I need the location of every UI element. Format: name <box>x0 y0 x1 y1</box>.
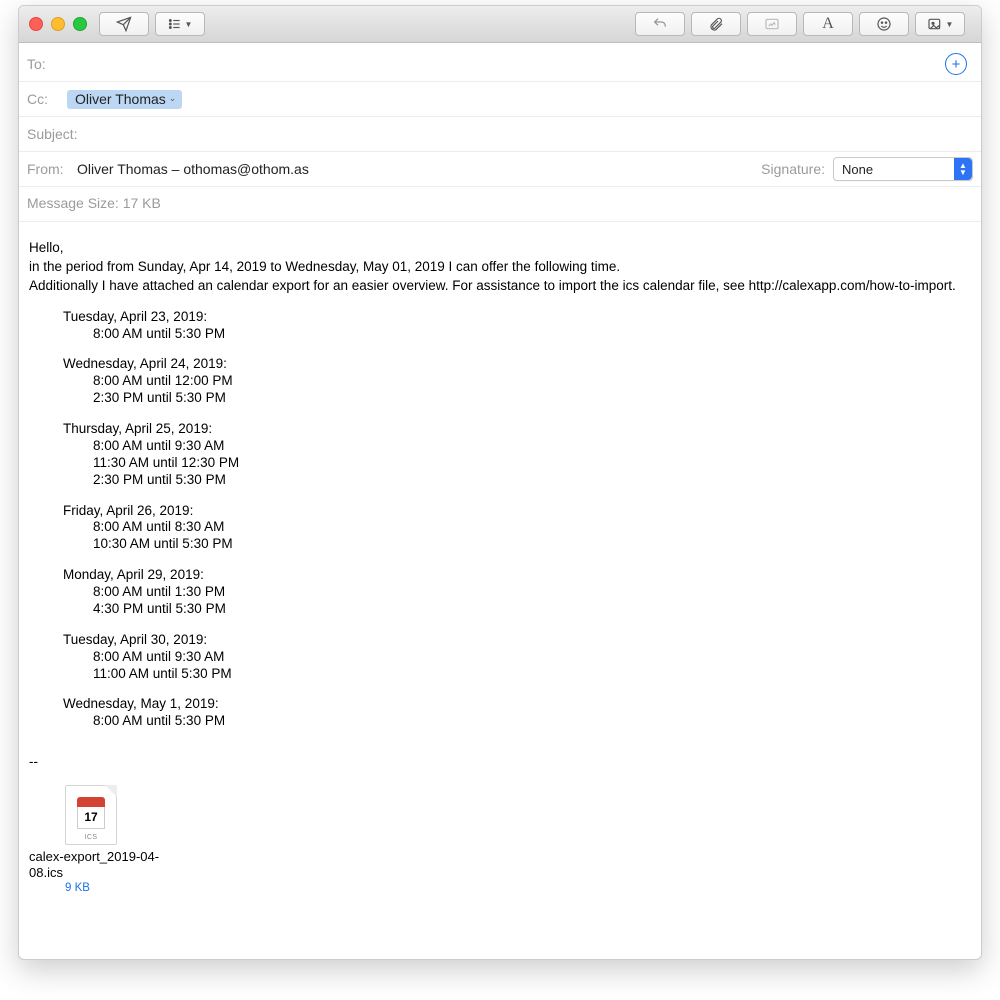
schedule-slot: 2:30 PM until 5:30 PM <box>93 390 971 407</box>
markup-icon <box>764 16 780 32</box>
window-titlebar: ▼ A ▼ <box>19 6 981 43</box>
subject-row: Subject: <box>19 117 981 152</box>
schedule-day-title: Wednesday, April 24, 2019: <box>63 356 971 373</box>
schedule-slot: 11:00 AM until 5:30 PM <box>93 666 971 683</box>
schedule-day-title: Wednesday, May 1, 2019: <box>63 696 971 713</box>
close-window-button[interactable] <box>29 17 43 31</box>
schedule-slot: 4:30 PM until 5:30 PM <box>93 601 971 618</box>
schedule-day: Wednesday, May 1, 2019:8:00 AM until 5:3… <box>63 696 971 730</box>
schedule-slot: 8:00 AM until 12:00 PM <box>93 373 971 390</box>
body-line-1: in the period from Sunday, Apr 14, 2019 … <box>29 259 971 276</box>
chevron-down-icon: ▼ <box>185 20 193 29</box>
chevron-down-icon: ⌄ <box>169 93 177 104</box>
message-size-row: Message Size: 17 KB <box>19 187 981 222</box>
message-size-text: Message Size: 17 KB <box>27 195 161 211</box>
to-label: To: <box>27 56 67 72</box>
smiley-icon <box>876 16 892 32</box>
schedule-day-title: Friday, April 26, 2019: <box>63 503 971 520</box>
schedule-day-title: Monday, April 29, 2019: <box>63 567 971 584</box>
from-label: From: <box>27 161 77 177</box>
calendar-day-number: 17 <box>84 810 97 825</box>
calendar-file-icon: 17 ICS <box>65 785 117 845</box>
cc-label: Cc: <box>27 91 67 107</box>
signature-select[interactable]: None ▲▼ <box>833 157 973 181</box>
image-icon <box>927 16 943 32</box>
attach-button[interactable] <box>691 12 741 36</box>
greeting-line: Hello, <box>29 240 971 257</box>
schedule-day: Tuesday, April 23, 2019:8:00 AM until 5:… <box>63 309 971 343</box>
schedule-day: Friday, April 26, 2019:8:00 AM until 8:3… <box>63 503 971 554</box>
select-stepper-icon: ▲▼ <box>954 158 972 180</box>
to-input[interactable] <box>67 55 945 73</box>
from-value[interactable]: Oliver Thomas – othomas@othom.as <box>77 161 309 177</box>
plus-icon: + <box>952 57 961 72</box>
schedule-slot: 2:30 PM until 5:30 PM <box>93 472 971 489</box>
reply-arrow-icon <box>652 16 668 32</box>
schedule-slot: 11:30 AM until 12:30 PM <box>93 455 971 472</box>
attachment-filename: calex-export_2019-04-08.ics <box>29 849 189 880</box>
mail-compose-window: ▼ A ▼ To: + C <box>18 5 982 960</box>
header-fields: To: + Cc: Oliver Thomas ⌄ Subject: From:… <box>19 43 981 222</box>
attachment-item[interactable]: 17 ICS calex-export_2019-04-08.ics 9 KB <box>29 785 189 896</box>
chevron-down-icon: ▼ <box>946 20 954 29</box>
cc-row: Cc: Oliver Thomas ⌄ <box>19 82 981 117</box>
availability-schedule: Tuesday, April 23, 2019:8:00 AM until 5:… <box>29 309 971 731</box>
traffic-lights <box>29 17 87 31</box>
schedule-day-title: Tuesday, April 30, 2019: <box>63 632 971 649</box>
list-icon <box>168 17 182 31</box>
subject-input[interactable] <box>97 125 973 143</box>
schedule-slot: 8:00 AM until 1:30 PM <box>93 584 971 601</box>
schedule-slot: 8:00 AM until 9:30 AM <box>93 649 971 666</box>
schedule-day: Monday, April 29, 2019:8:00 AM until 1:3… <box>63 567 971 618</box>
schedule-day-title: Tuesday, April 23, 2019: <box>63 309 971 326</box>
schedule-day: Tuesday, April 30, 2019:8:00 AM until 9:… <box>63 632 971 683</box>
to-row: To: + <box>19 47 981 82</box>
paper-plane-icon <box>116 16 132 32</box>
cc-recipient-chip[interactable]: Oliver Thomas ⌄ <box>67 90 182 109</box>
emoji-button[interactable] <box>859 12 909 36</box>
schedule-day-title: Thursday, April 25, 2019: <box>63 421 971 438</box>
subject-label: Subject: <box>27 126 97 142</box>
markup-button[interactable] <box>747 12 797 36</box>
minimize-window-button[interactable] <box>51 17 65 31</box>
cc-recipient-name: Oliver Thomas <box>75 91 166 107</box>
schedule-slot: 8:00 AM until 9:30 AM <box>93 438 971 455</box>
file-extension-label: ICS <box>65 834 117 843</box>
schedule-slot: 8:00 AM until 8:30 AM <box>93 519 971 536</box>
schedule-day: Wednesday, April 24, 2019:8:00 AM until … <box>63 356 971 407</box>
schedule-slot: 10:30 AM until 5:30 PM <box>93 536 971 553</box>
schedule-slot: 8:00 AM until 5:30 PM <box>93 713 971 730</box>
header-fields-button[interactable]: ▼ <box>155 12 205 36</box>
add-recipient-button[interactable]: + <box>945 53 967 75</box>
signature-value: None <box>842 162 873 177</box>
signature-label: Signature: <box>761 161 825 177</box>
attachment-size: 9 KB <box>29 881 189 895</box>
from-row: From: Oliver Thomas – othomas@othom.as S… <box>19 152 981 187</box>
paperclip-icon <box>708 16 724 32</box>
message-body[interactable]: Hello, in the period from Sunday, Apr 14… <box>19 222 981 959</box>
schedule-day: Thursday, April 25, 2019:8:00 AM until 9… <box>63 421 971 489</box>
body-line-2: Additionally I have attached an calendar… <box>29 278 971 295</box>
send-button[interactable] <box>99 12 149 36</box>
letter-a-icon: A <box>822 15 834 33</box>
format-button[interactable]: A <box>803 12 853 36</box>
zoom-window-button[interactable] <box>73 17 87 31</box>
signature-separator: -- <box>29 754 971 771</box>
schedule-slot: 8:00 AM until 5:30 PM <box>93 326 971 343</box>
reply-button[interactable] <box>635 12 685 36</box>
photo-browser-button[interactable]: ▼ <box>915 12 965 36</box>
